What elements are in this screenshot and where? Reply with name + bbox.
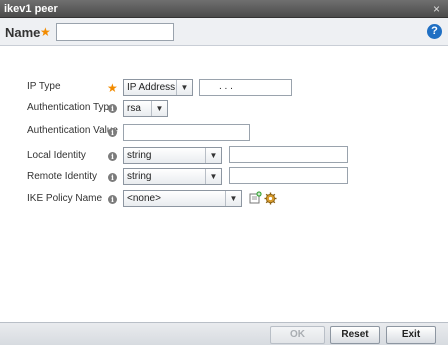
add-policy-icon[interactable] <box>249 191 262 204</box>
required-star-icon: ★ <box>107 81 118 95</box>
auth-type-label: Authentication Type <box>27 102 115 113</box>
remote-identity-input[interactable] <box>229 167 348 184</box>
reset-button[interactable]: Reset <box>330 326 380 344</box>
chevron-down-icon: ▼ <box>225 191 241 206</box>
ike-policy-label: IKE Policy Name <box>27 193 103 204</box>
window-title: ikev1 peer <box>4 3 58 15</box>
chevron-down-icon: ▼ <box>205 148 221 163</box>
auth-value-label: Authentication Value <box>27 125 118 136</box>
remote-identity-select[interactable]: string ▼ <box>123 168 222 185</box>
gear-icon[interactable] <box>264 192 277 205</box>
auth-type-value: rsa <box>127 103 141 114</box>
ike-policy-select[interactable]: <none> ▼ <box>123 190 242 207</box>
auth-value-input[interactable] <box>123 124 250 141</box>
form-content: IP Type ★ IP Address ▼ . . . Authenticat… <box>0 47 448 322</box>
local-identity-input[interactable] <box>229 146 348 163</box>
remote-identity-label: Remote Identity <box>27 171 98 182</box>
remote-identity-value: string <box>127 171 152 182</box>
local-identity-select[interactable]: string ▼ <box>123 147 222 164</box>
info-icon: i <box>108 128 117 137</box>
ike-policy-value: <none> <box>127 193 161 204</box>
exit-button[interactable]: Exit <box>386 326 436 344</box>
chevron-down-icon: ▼ <box>176 80 192 95</box>
ip-type-value: IP Address <box>127 82 176 93</box>
window-titlebar: ikev1 peer × <box>0 0 448 18</box>
name-input[interactable] <box>56 23 174 41</box>
ip-type-label: IP Type <box>27 81 61 92</box>
close-icon[interactable]: × <box>433 2 440 16</box>
auth-type-select[interactable]: rsa ▼ <box>123 100 168 117</box>
help-icon[interactable]: ? <box>427 24 442 39</box>
footer-bar: OK Reset Exit <box>0 322 448 345</box>
info-icon: i <box>108 104 117 113</box>
info-icon: i <box>108 152 117 161</box>
info-icon: i <box>108 173 117 182</box>
name-label: Name <box>5 25 41 40</box>
name-bar: Name ★ ? <box>0 18 448 46</box>
local-identity-label: Local Identity <box>27 150 86 161</box>
local-identity-value: string <box>127 150 152 161</box>
chevron-down-icon: ▼ <box>151 101 167 116</box>
required-star-icon: ★ <box>40 25 51 39</box>
chevron-down-icon: ▼ <box>205 169 221 184</box>
ip-type-select[interactable]: IP Address ▼ <box>123 79 193 96</box>
ip-address-value: . . . <box>219 81 233 92</box>
ip-address-input[interactable]: . . . <box>199 79 292 96</box>
info-icon: i <box>108 195 117 204</box>
ok-button[interactable]: OK <box>270 326 325 344</box>
